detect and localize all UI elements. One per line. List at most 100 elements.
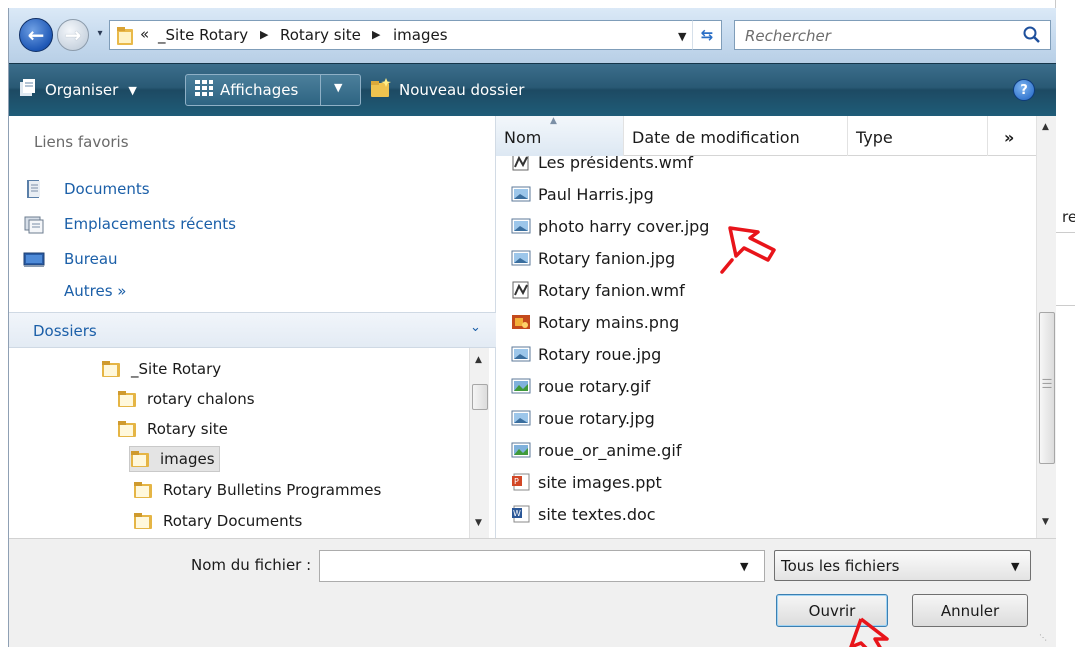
background-window-edge: re [1055,0,1075,647]
breadcrumb-item[interactable]: _Site Rotary [158,26,248,44]
arrow-left-icon: ← [27,23,45,47]
chevron-right-icon[interactable]: ▶ [260,28,268,41]
scroll-up-icon[interactable]: ▲ [475,355,482,365]
tree-node-label: images [160,450,215,468]
tree-node-rotary-bulletins[interactable]: Rotary Bulletins Programmes [133,477,381,503]
organize-button[interactable]: Organiser ▼ [17,74,175,106]
file-row[interactable]: Paul Harris.jpg [510,180,654,208]
sort-ascending-icon: ▲ [550,116,557,126]
column-header-date[interactable]: Date de modification [624,116,848,156]
folder-tree-scrollbar[interactable]: ▲ ▼ [469,348,489,538]
chevron-down-icon: ▼ [128,83,137,97]
help-button[interactable]: ? [1013,79,1035,101]
new-folder-button[interactable]: Nouveau dossier [369,74,559,106]
file-name: site textes.doc [538,504,656,524]
favorite-link-recent-places[interactable]: Emplacements récents [23,211,236,237]
resize-grip-icon[interactable]: ⋱ [1039,633,1047,642]
views-button[interactable]: Affichages ▼ [185,74,361,106]
file-row[interactable]: Rotary fanion.jpg [510,244,675,272]
forward-button[interactable]: → [57,19,89,51]
annotation-arrow-icon [720,226,776,274]
tree-node-label: Rotary Bulletins Programmes [163,481,382,499]
favorite-link-documents[interactable]: Documents [23,176,150,202]
jpg-file-icon [510,409,532,427]
tree-node-label: rotary chalons [147,390,255,408]
back-button[interactable]: ← [19,18,53,52]
folder-tree: _Site Rotary rotary chalons Rotary site … [9,348,496,538]
file-list-scrollbar[interactable]: ▲ — — — ▼ [1036,116,1056,538]
tree-node-images[interactable]: images [129,446,220,472]
help-icon: ? [1020,82,1028,98]
file-row[interactable]: roue rotary.gif [510,372,650,400]
ppt-file-icon: P [510,473,532,491]
tree-node-site-rotary[interactable]: _Site Rotary [101,356,221,382]
documents-icon [23,179,45,199]
folders-header[interactable]: Dossiers ⌄ [9,312,496,348]
file-row[interactable]: roue rotary.jpg [510,404,655,432]
file-name: Rotary fanion.wmf [538,280,685,300]
history-dropdown[interactable]: ▾ [93,28,107,42]
svg-text:W: W [513,509,521,518]
scroll-down-icon[interactable]: ▼ [1042,517,1049,527]
organize-label: Organiser [45,81,119,99]
more-columns-button[interactable]: » [988,116,1036,156]
chevron-down-icon[interactable]: ⌄ [470,320,481,335]
background-line [1056,305,1075,306]
favorite-link-desktop[interactable]: Bureau [23,246,118,272]
chevron-down-icon[interactable]: ▼ [1011,560,1019,573]
chevron-down-icon[interactable]: ▼ [334,81,342,94]
folder-icon [134,513,152,529]
file-row[interactable]: Rotary roue.jpg [510,340,661,368]
column-label: Date de modification [632,128,800,147]
file-row[interactable]: Les présidents.wmf [510,156,693,176]
tree-node-rotary-documents[interactable]: Rotary Documents [133,508,302,534]
file-row[interactable]: roue_or_anime.gif [510,436,682,464]
file-row[interactable]: W site textes.doc [510,500,656,528]
breadcrumb[interactable]: « _Site Rotary ▶ Rotary site ▶ images ▼ [109,20,707,50]
views-grid-icon [194,79,214,101]
search-icon[interactable] [1022,25,1042,49]
breadcrumb-overflow[interactable]: « [140,25,149,43]
file-row[interactable]: Rotary fanion.wmf [510,276,685,304]
tree-node-rotary-chalons[interactable]: rotary chalons [117,386,255,412]
breadcrumb-item[interactable]: Rotary site [280,26,361,44]
command-toolbar: Organiser ▼ Affichages ▼ Nouveau dossier… [9,63,1056,116]
chevron-down-icon[interactable]: ▼ [678,30,686,43]
refresh-button[interactable]: ⇆ [692,20,722,50]
background-text-fragment: re [1062,208,1075,226]
gif-file-icon [510,377,532,395]
background-line [1056,232,1075,233]
file-row[interactable]: P site images.ppt [510,468,662,496]
split-divider [320,75,321,105]
cancel-button[interactable]: Annuler [912,594,1028,627]
scroll-up-icon[interactable]: ▲ [1042,122,1049,132]
file-row[interactable]: Rotary mains.png [510,308,679,336]
column-header-name[interactable]: ▲ Nom [496,116,624,156]
chevron-right-icon[interactable]: ▶ [372,28,380,41]
scroll-thumb[interactable] [472,384,488,410]
breadcrumb-item[interactable]: images [393,26,448,44]
jpg-file-icon [510,345,532,363]
recent-places-icon [23,214,45,234]
tree-node-label: Rotary Documents [163,512,303,530]
search-input[interactable]: Rechercher [734,20,1051,50]
scroll-grip-icon: — — — [1042,374,1052,393]
more-favorites-link[interactable]: Autres » [64,282,126,300]
column-header-type[interactable]: Type [848,116,988,156]
views-label: Affichages [220,81,299,99]
chevron-down-icon[interactable]: ▼ [740,560,748,573]
scroll-down-icon[interactable]: ▼ [475,518,482,528]
column-header-row: ▲ Nom Date de modification Type » [496,116,1036,156]
dialog-footer: Nom du fichier : ▼ Tous les fichiers ▼ O… [9,538,1056,647]
file-name: roue rotary.jpg [538,408,655,428]
search-placeholder: Rechercher [745,27,831,45]
doc-file-icon: W [510,505,532,523]
column-label: Nom [504,128,542,147]
tree-node-rotary-site[interactable]: Rotary site [117,416,228,442]
wmf-file-icon [510,156,532,171]
file-row[interactable]: photo harry cover.jpg [510,212,709,240]
filename-input[interactable]: ▼ [319,550,765,582]
favorite-label: Documents [64,180,150,198]
filetype-select[interactable]: Tous les fichiers ▼ [774,550,1031,581]
folder-icon [116,26,134,50]
